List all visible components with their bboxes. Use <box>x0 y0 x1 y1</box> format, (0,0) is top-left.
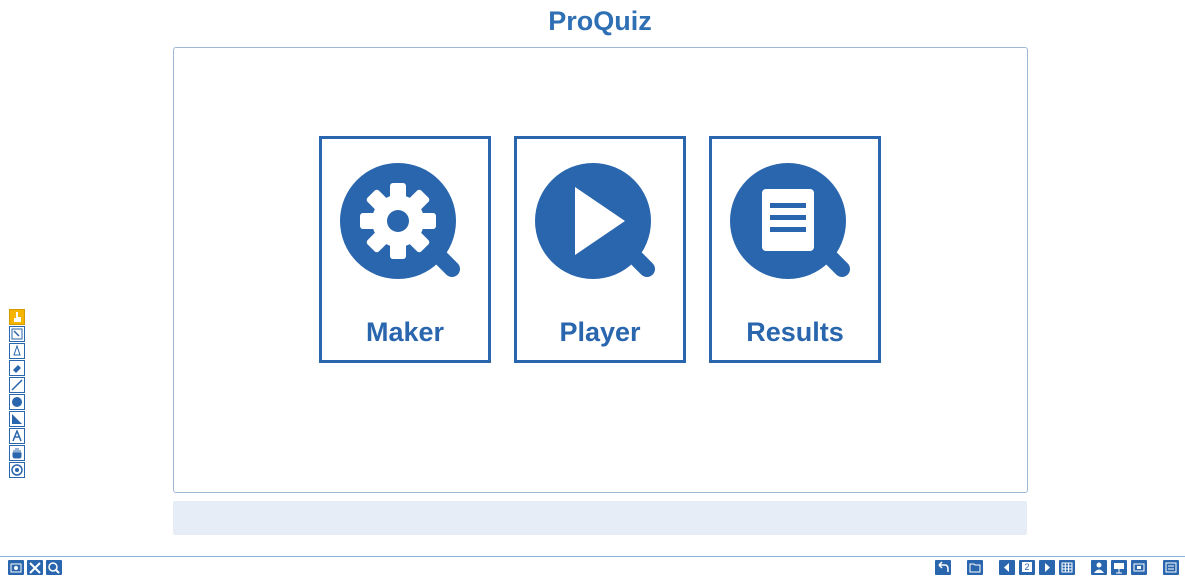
results-label: Results <box>746 317 844 347</box>
hand-icon[interactable] <box>9 445 25 461</box>
ruler-icon[interactable] <box>9 411 25 427</box>
grid-icon[interactable] <box>1059 560 1075 575</box>
next-page-icon[interactable] <box>1039 560 1055 575</box>
camera-icon[interactable] <box>8 560 24 575</box>
app-title: ProQuiz <box>548 6 652 36</box>
eraser-icon[interactable] <box>9 360 25 376</box>
page-indicator: 2 <box>1019 560 1035 575</box>
screen-icon[interactable] <box>1131 560 1147 575</box>
text-icon[interactable] <box>9 428 25 444</box>
player-card[interactable]: Player <box>514 136 686 363</box>
folder-icon[interactable] <box>967 560 983 575</box>
pointer-hand-icon[interactable] <box>9 309 25 325</box>
player-label: Player <box>559 317 641 347</box>
page-number: 2 <box>1022 562 1032 572</box>
bottom-left-toolbar <box>8 560 62 576</box>
target-icon[interactable] <box>9 462 25 478</box>
bottom-divider <box>0 556 1185 557</box>
undo-icon[interactable] <box>935 560 951 575</box>
prev-page-icon[interactable] <box>999 560 1015 575</box>
bottom-right-toolbar: 2 <box>935 560 1179 576</box>
status-bar <box>173 501 1027 535</box>
presentation-icon[interactable] <box>1111 560 1127 575</box>
select-icon[interactable] <box>9 326 25 342</box>
line-icon[interactable] <box>9 377 25 393</box>
document-icon <box>730 163 850 279</box>
pen-icon[interactable] <box>9 343 25 359</box>
drawing-toolbar <box>9 309 25 479</box>
play-icon <box>535 163 655 279</box>
tools-icon[interactable] <box>27 560 43 575</box>
results-card[interactable]: Results <box>709 136 881 363</box>
circle-icon[interactable] <box>9 394 25 410</box>
window-icon[interactable] <box>1163 560 1179 575</box>
maker-card[interactable]: Maker <box>319 136 491 363</box>
gear-icon <box>340 163 460 279</box>
zoom-icon[interactable] <box>46 560 62 575</box>
maker-label: Maker <box>365 317 445 347</box>
user-icon[interactable] <box>1091 560 1107 575</box>
